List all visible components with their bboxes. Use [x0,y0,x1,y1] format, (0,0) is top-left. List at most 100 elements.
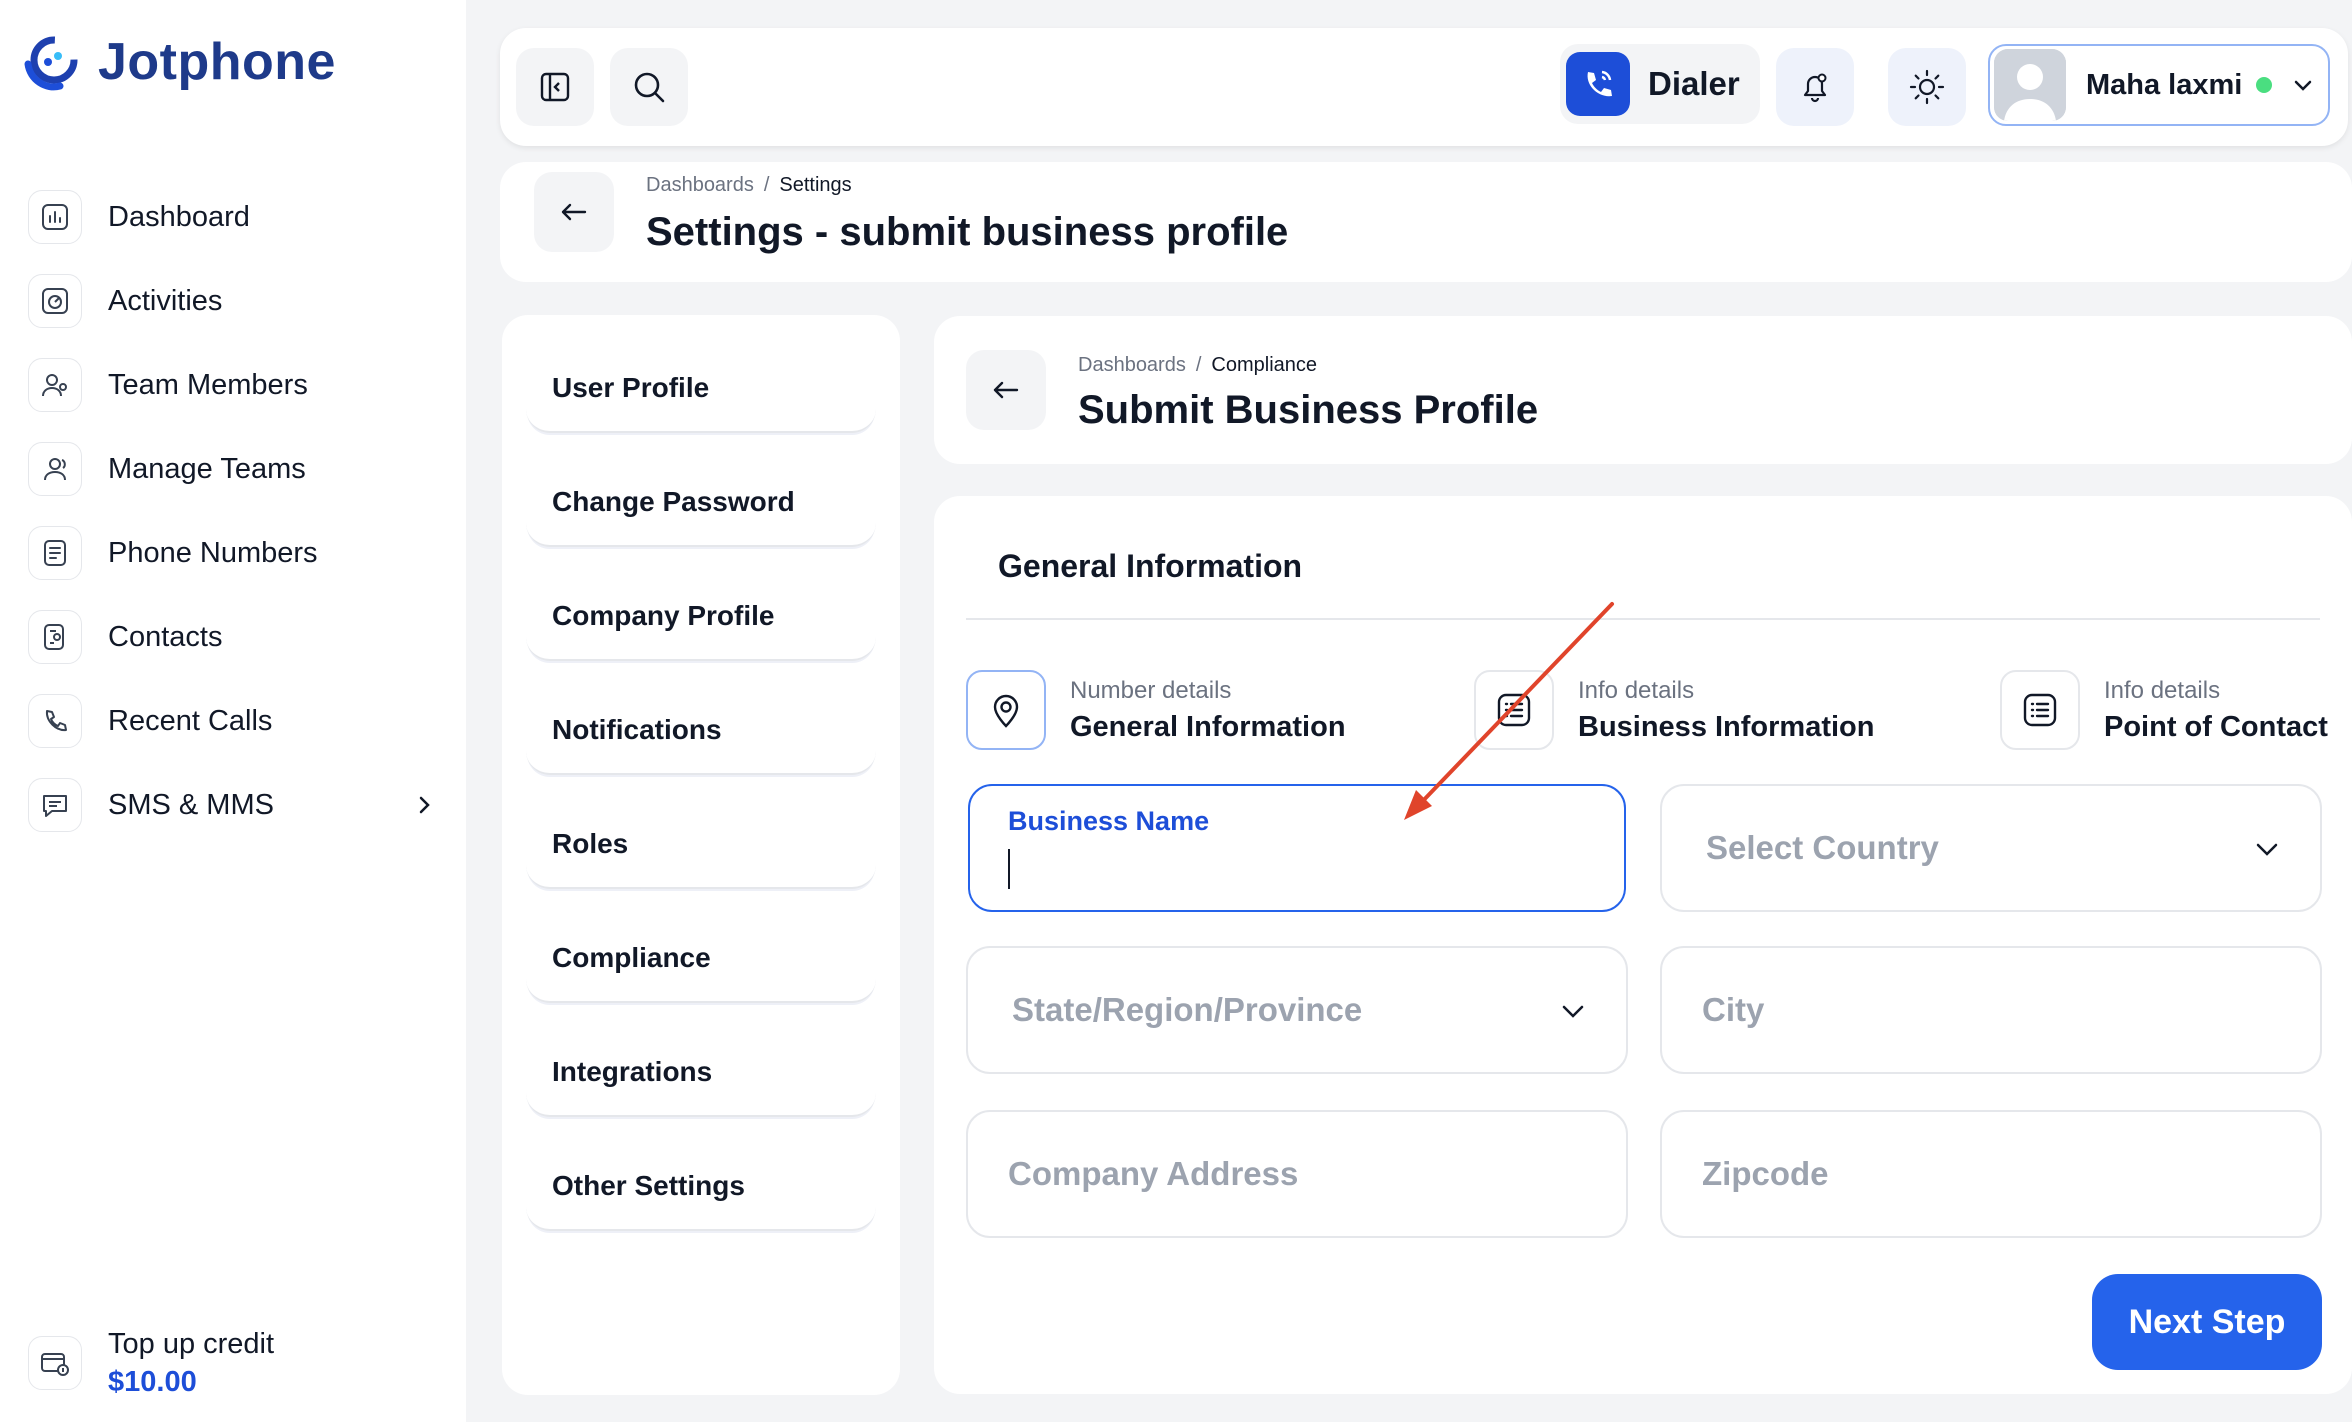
breadcrumb: Dashboards / Settings [646,174,852,197]
sidebar-item-label: Recent Calls [108,704,273,737]
settings-menu: User Profile Change Password Company Pro… [502,315,900,1395]
manage-teams-icon [28,442,82,496]
chevron-right-icon [419,796,430,814]
breadcrumb-dashboards[interactable]: Dashboards [646,174,754,197]
theme-toggle-button[interactable] [1888,48,1966,126]
step-text: Number details General Information [1070,674,1346,746]
sidebar: Jotphone Dashboard Activities Team Membe… [0,0,466,1422]
jotphone-logo-icon [24,36,78,91]
step-point-of-contact[interactable]: Info details Point of Contact [2000,670,2328,750]
avatar [1994,49,2066,121]
breadcrumb-separator: / [1195,354,1202,376]
online-status-indicator [2256,77,2273,93]
step-title: Business Information [1578,711,1875,743]
sidebar-item-dashboard[interactable]: Dashboard [28,175,438,259]
sidebar-item-label: Contacts [108,620,223,653]
sidebar-item-phone-numbers[interactable]: Phone Numbers [28,511,438,595]
city-field[interactable]: City [1660,946,2322,1074]
sidebar-item-label: Team Members [108,368,308,401]
breadcrumb-separator: / [763,174,770,196]
section-divider [966,618,2320,620]
business-profile-form: General Information Number details Gener… [934,496,2352,1394]
arrow-left-icon [993,381,1019,399]
step-subtitle: Info details [1578,677,1695,704]
search-icon [634,72,665,103]
back-button[interactable] [534,172,614,252]
sidebar-item-team-members[interactable]: Team Members [28,343,438,427]
sidebar-item-label: Activities [108,284,223,317]
country-select[interactable]: Select Country [1660,784,2322,912]
settings-menu-roles[interactable]: Roles [526,801,876,889]
dialer-button[interactable]: Dialer [1560,44,1760,124]
bell-icon [1803,73,1827,103]
business-name-label: Business Name [1008,806,1210,836]
breadcrumb-dashboards[interactable]: Dashboards [1078,354,1186,377]
team-members-icon [28,358,82,412]
settings-menu-integrations[interactable]: Integrations [526,1029,876,1117]
top-bar: Dialer Maha laxmi [500,28,2348,146]
brand-name: Jotphone [98,33,336,91]
sidebar-toggle-icon [540,72,570,102]
settings-menu-notifications[interactable]: Notifications [526,687,876,775]
breadcrumb-compliance: Compliance [1211,354,1318,376]
sidebar-item-label: Dashboard [108,200,250,233]
sidebar-item-manage-teams[interactable]: Manage Teams [28,427,438,511]
section-title: General Information [998,548,1303,584]
settings-menu-company-profile[interactable]: Company Profile [526,573,876,661]
step-business-information[interactable]: Info details Business Information [1474,670,1875,750]
sidebar-item-label: Manage Teams [108,452,306,485]
sidebar-item-label: SMS & MMS [108,788,274,821]
business-name-field[interactable]: Business Name [968,784,1626,912]
zipcode-field[interactable]: Zipcode [1660,1110,2322,1238]
location-pin-icon [966,670,1046,750]
user-name: Maha laxmi [2086,68,2243,101]
top-up-label: Top up credit [108,1328,275,1360]
step-general-information[interactable]: Number details General Information [966,670,1346,750]
content-title: Submit Business Profile [1078,388,1539,432]
sms-icon [28,778,82,832]
step-title: General Information [1070,711,1346,743]
notifications-button[interactable] [1776,48,1854,126]
chevron-down-icon [1562,1005,1584,1018]
top-up-text: Top up credit $10.00 [108,1325,274,1401]
city-placeholder: City [1702,991,1765,1028]
settings-menu-user-profile[interactable]: User Profile [526,345,876,433]
state-select[interactable]: State/Region/Province [966,946,1628,1074]
sidebar-item-sms-mms[interactable]: SMS & MMS [28,763,438,847]
content-header: Dashboards / Compliance Submit Business … [934,316,2352,464]
step-text: Info details Point of Contact [2104,674,2328,746]
chart-icon [28,190,82,244]
text-cursor [1008,849,1010,889]
chevron-down-icon [2295,80,2312,91]
logo[interactable]: Jotphone [20,30,336,94]
activity-icon [28,274,82,328]
next-step-button[interactable]: Next Step [2092,1274,2322,1370]
step-subtitle: Info details [2104,677,2221,704]
zipcode-placeholder: Zipcode [1702,1155,1829,1192]
country-placeholder: Select Country [1706,829,1939,866]
step-title: Point of Contact [2104,711,2328,743]
company-address-placeholder: Company Address [1008,1155,1299,1192]
sidebar-item-contacts[interactable]: Contacts [28,595,438,679]
sidebar-nav: Dashboard Activities Team Members Manage… [28,175,438,847]
settings-menu-other-settings[interactable]: Other Settings [526,1143,876,1231]
sidebar-item-activities[interactable]: Activities [28,259,438,343]
user-avatar-icon [1994,49,2066,121]
toggle-sidebar-button[interactable] [516,48,594,126]
phone-call-icon [1566,52,1630,116]
content-breadcrumb: Dashboards / Compliance [1078,354,1317,377]
settings-menu-change-password[interactable]: Change Password [526,459,876,547]
sidebar-item-recent-calls[interactable]: Recent Calls [28,679,438,763]
wallet-icon [28,1336,82,1390]
settings-menu-compliance[interactable]: Compliance [526,915,876,1003]
top-up-credit[interactable]: Top up credit $10.00 [28,1325,274,1401]
sun-icon [1909,69,1945,105]
breadcrumb-settings: Settings [779,174,852,196]
content-back-button[interactable] [966,350,1046,430]
search-button[interactable] [610,48,688,126]
dialer-label: Dialer [1648,65,1740,102]
chevron-down-icon [2256,843,2278,856]
state-placeholder: State/Region/Province [1012,991,1363,1028]
user-menu[interactable]: Maha laxmi [1988,44,2330,126]
company-address-field[interactable]: Company Address [966,1110,1628,1238]
